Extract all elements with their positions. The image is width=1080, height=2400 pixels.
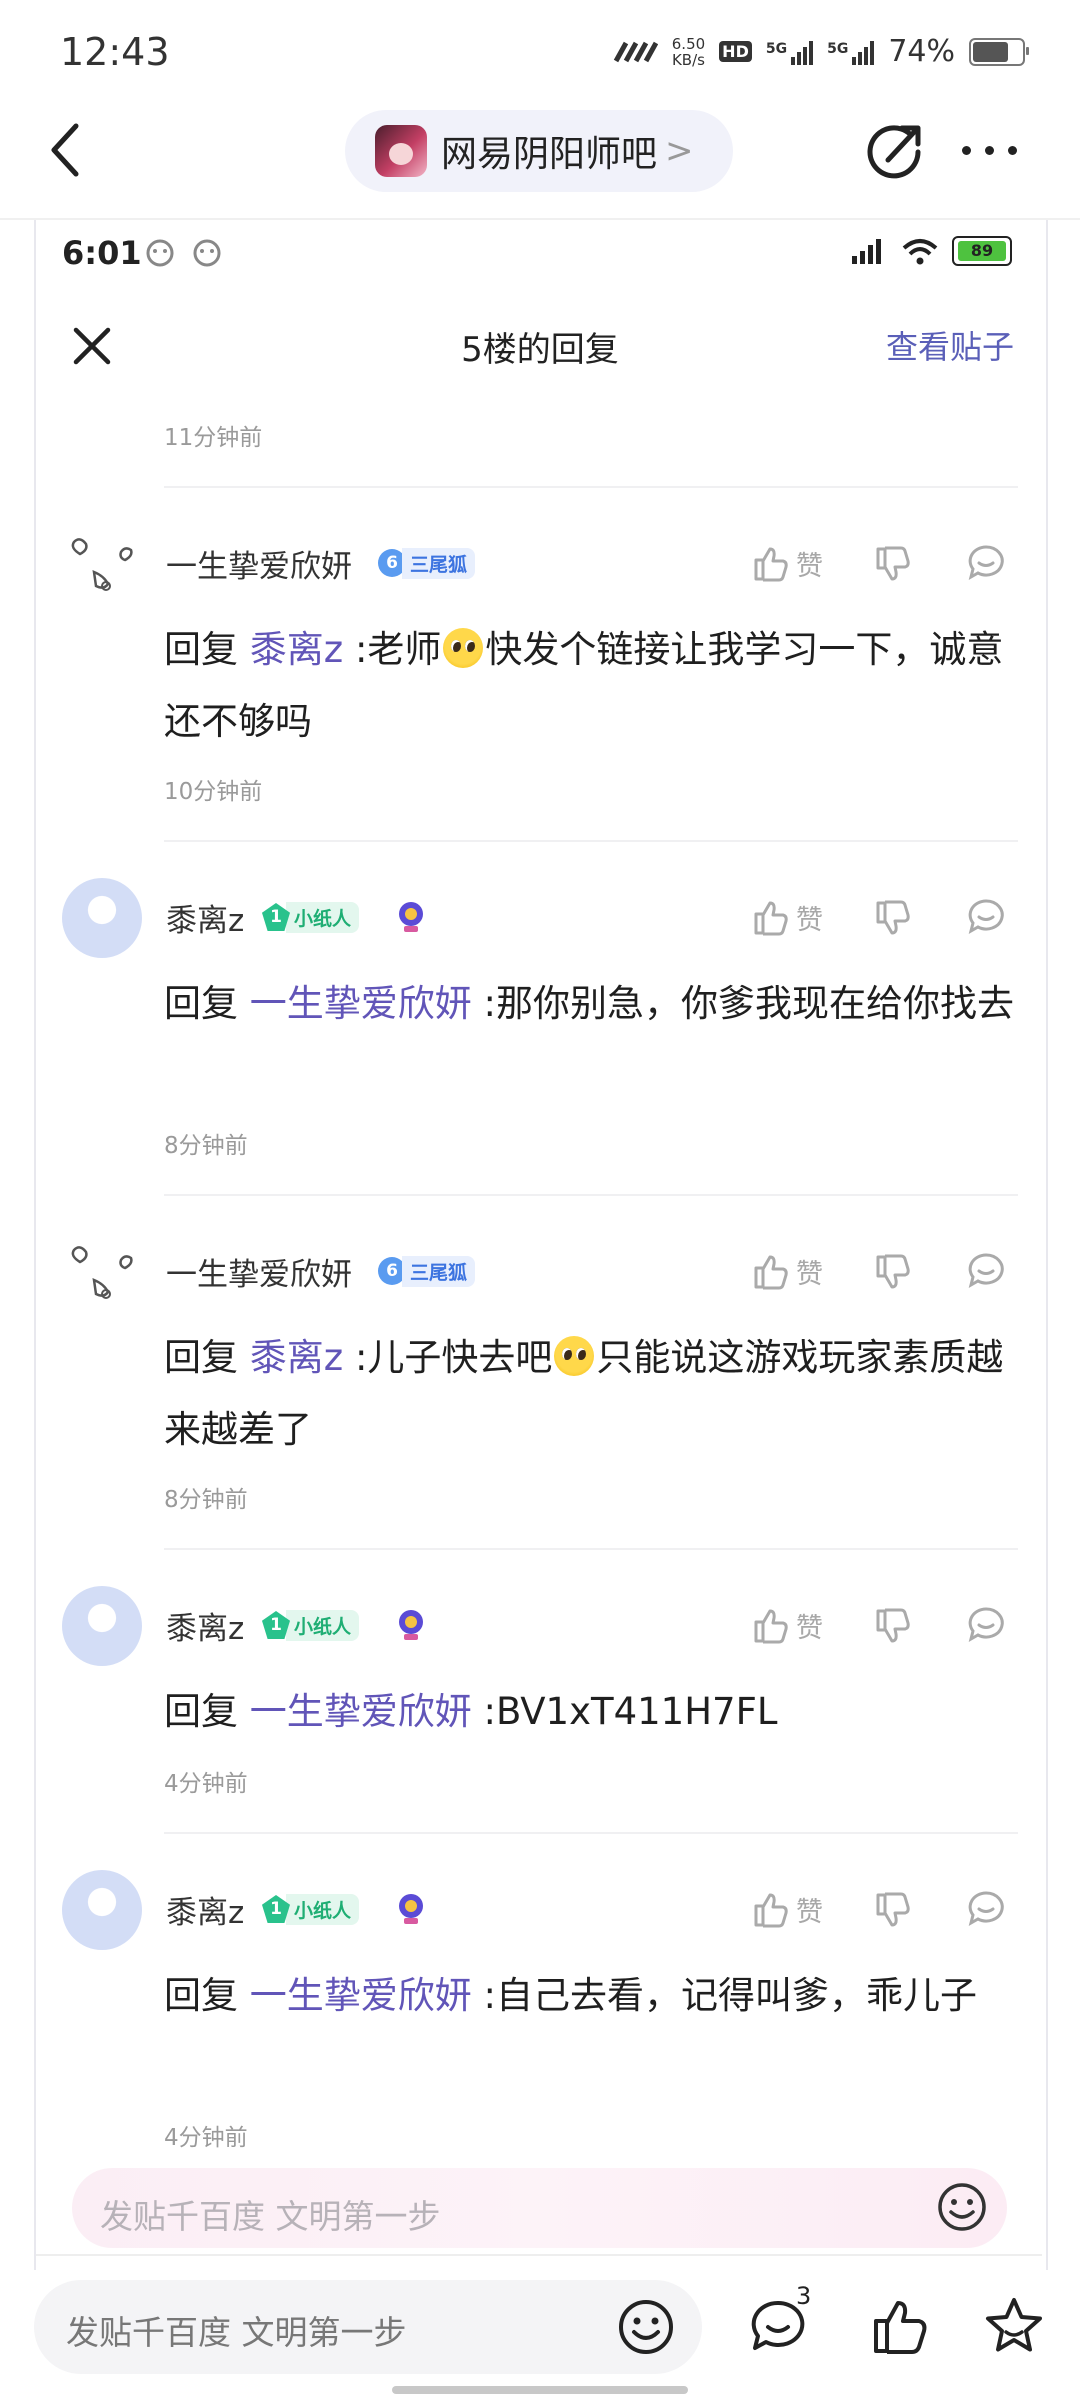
mention-link[interactable]: 一生挚爱欣妍 xyxy=(250,1690,472,1733)
timestamp: 11分钟前 xyxy=(164,425,263,451)
signal-icon xyxy=(852,239,881,264)
username[interactable]: 一生挚爱欣妍 xyxy=(166,1249,352,1294)
back-chevron-icon[interactable] xyxy=(46,120,86,180)
wifi-icon xyxy=(902,239,938,265)
emoji-icon xyxy=(443,628,484,668)
medal-icon xyxy=(399,902,423,932)
inner-status-time: 6:01 xyxy=(62,234,142,272)
reply-text: 回复 黍离z :儿子快去吧 只能说这游戏玩家素质越来越差了 xyxy=(164,1336,1004,1451)
home-indicator[interactable] xyxy=(392,2386,688,2394)
nfc-icon xyxy=(613,41,658,62)
like-button[interactable]: 赞 xyxy=(750,1251,823,1291)
smile-icon[interactable] xyxy=(935,2180,989,2234)
view-post-link[interactable]: 查看贴子 xyxy=(886,322,1014,368)
forum-name: 网易阴阳师吧 xyxy=(441,134,658,175)
timestamp: 4分钟前 xyxy=(164,1771,248,1797)
thumbs-down-icon[interactable] xyxy=(872,1253,912,1293)
thumbs-down-icon[interactable] xyxy=(872,1891,912,1931)
username[interactable]: 黍离z xyxy=(166,1887,244,1932)
level-badge: 6 三尾狐 xyxy=(378,547,476,579)
avatar[interactable] xyxy=(62,1870,142,1950)
share-icon[interactable] xyxy=(866,122,924,180)
signal-icon: 5G xyxy=(766,39,814,65)
reply-text: 回复 黍离z :老师 快发个链接让我学习一下，诚意还不够吗 xyxy=(164,628,1004,743)
avatar[interactable] xyxy=(62,1586,142,1666)
hd-badge: HD xyxy=(719,41,752,62)
comment-icon[interactable] xyxy=(966,1889,1006,1929)
thumbs-up-icon xyxy=(754,1255,788,1290)
inner-battery-icon: 89 xyxy=(952,236,1012,266)
comment-icon[interactable] xyxy=(966,1605,1006,1645)
thumbs-up-icon xyxy=(754,547,788,582)
thumbs-down-icon[interactable] xyxy=(872,899,912,939)
status-indicators: 6.50 KB/s HD 5G 5G 74% xyxy=(612,34,1029,69)
more-dots-icon[interactable] xyxy=(962,140,1022,160)
username[interactable]: 黍离z xyxy=(166,1603,244,1648)
thumbs-up-icon[interactable] xyxy=(868,2295,930,2357)
timestamp: 10分钟前 xyxy=(164,779,263,805)
forum-avatar xyxy=(375,125,427,177)
username[interactable]: 一生挚爱欣妍 xyxy=(166,541,352,586)
forum-pill[interactable]: 网易阴阳师吧 > xyxy=(345,110,733,192)
reply-input-placeholder: 发贴千百度 文明第一步 xyxy=(66,2313,407,2352)
avatar[interactable] xyxy=(62,878,142,958)
level-badge: 1 小纸人 xyxy=(262,1893,360,1925)
avatar[interactable] xyxy=(66,1232,146,1312)
mention-link[interactable]: 黍离z xyxy=(250,1336,343,1379)
star-icon[interactable] xyxy=(982,2294,1046,2358)
divider xyxy=(164,486,1018,488)
status-bar: 12:43 6.50 KB/s HD 5G 5G 74% xyxy=(0,0,1080,110)
thumbs-down-icon[interactable] xyxy=(872,1607,912,1647)
mention-link[interactable]: 黍离z xyxy=(250,628,343,671)
username[interactable]: 黍离z xyxy=(166,895,244,940)
net-speed: 6.50 KB/s xyxy=(671,34,706,69)
level-badge: 1 小纸人 xyxy=(262,901,360,933)
thumbs-up-icon xyxy=(754,1609,788,1644)
battery-percent: 74% xyxy=(888,34,955,69)
divider xyxy=(164,840,1018,842)
timestamp: 8分钟前 xyxy=(164,1133,248,1159)
reply-text: 回复 一生挚爱欣妍 :BV1xT411H7FL xyxy=(164,1690,778,1733)
level-badge: 1 小纸人 xyxy=(262,1609,360,1641)
like-button[interactable]: 赞 xyxy=(750,1889,823,1929)
status-time: 12:43 xyxy=(60,30,170,74)
comment-icon[interactable] xyxy=(966,1251,1006,1291)
comment-count: 3 xyxy=(796,2282,812,2310)
thumbs-up-icon xyxy=(754,901,788,936)
divider xyxy=(36,2254,1042,2256)
notification-icon-2 xyxy=(193,239,221,267)
medal-icon xyxy=(399,1610,423,1640)
inner-status-indicators: 89 xyxy=(848,236,1012,266)
level-badge: 6 三尾狐 xyxy=(378,1255,476,1287)
timestamp: 8分钟前 xyxy=(164,1487,248,1513)
chevron-right-icon: > xyxy=(665,131,694,171)
like-button[interactable]: 赞 xyxy=(750,543,823,583)
thumbs-down-icon[interactable] xyxy=(872,545,912,585)
smile-icon[interactable] xyxy=(616,2297,676,2357)
emoji-icon xyxy=(554,1336,595,1376)
reply-text: 回复 一生挚爱欣妍 :自己去看，记得叫爹，乖儿子 xyxy=(164,1974,977,2017)
mention-link[interactable]: 一生挚爱欣妍 xyxy=(250,982,472,1025)
notification-icon xyxy=(146,239,174,267)
reply-text: 回复 一生挚爱欣妍 :那你别急，你爹我现在给你找去 xyxy=(164,982,1014,1025)
like-button[interactable]: 赞 xyxy=(750,897,823,937)
thumbs-up-icon xyxy=(754,1893,788,1928)
like-button[interactable]: 赞 xyxy=(750,1605,823,1645)
divider xyxy=(164,1548,1018,1550)
mention-link[interactable]: 一生挚爱欣妍 xyxy=(250,1974,472,2017)
avatar[interactable] xyxy=(66,524,146,604)
comment-icon[interactable] xyxy=(966,897,1006,937)
timestamp: 4分钟前 xyxy=(164,2125,248,2151)
inner-input-placeholder: 发贴千百度 文明第一步 xyxy=(100,2197,441,2236)
signal-icon-2: 5G xyxy=(827,39,875,65)
divider xyxy=(164,1832,1018,1834)
comment-icon[interactable] xyxy=(966,543,1006,583)
divider xyxy=(164,1194,1018,1196)
battery-icon xyxy=(969,37,1029,66)
medal-icon xyxy=(399,1894,423,1924)
